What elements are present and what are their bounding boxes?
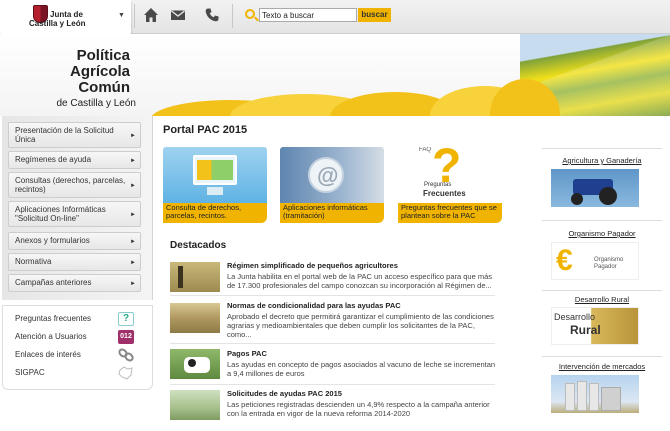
- divider: [170, 343, 495, 344]
- util-preguntas[interactable]: Preguntas frecuentes: [15, 314, 91, 323]
- sidebar-item-normativa[interactable]: Normativa ►: [8, 253, 141, 271]
- util-atencion[interactable]: Atención a Usuarios: [15, 332, 87, 341]
- home-icon[interactable]: [143, 7, 159, 23]
- logo-line2: Castilla y León: [29, 19, 86, 28]
- site-title-line3: de Castilla y León: [56, 98, 137, 109]
- tile-caption: Aplicaciones informáticas (tramitación): [280, 203, 384, 223]
- news-body: La Junta habilita en el portal web de la…: [227, 272, 493, 290]
- desarrollo-rural-image[interactable]: Desarrollo Rural: [551, 307, 639, 345]
- link-agricultura[interactable]: Agricultura y Ganadería: [542, 156, 662, 165]
- page-title: Portal PAC 2015: [163, 124, 248, 136]
- link-intervencion[interactable]: Intervención de mercados: [542, 362, 662, 371]
- banner: Política Agrícola Común de Castilla y Le…: [0, 34, 670, 116]
- tile-aplicaciones[interactable]: @ Aplicaciones informáticas (tramitación…: [280, 147, 384, 223]
- organismo-pagador-image[interactable]: € Organismo Pagador: [551, 242, 639, 280]
- question-icon[interactable]: ?: [118, 312, 134, 326]
- right-box-desarrollo: Desarrollo Rural Desarrollo Rural: [542, 290, 662, 354]
- link-organismo[interactable]: Organismo Pagador: [542, 229, 662, 238]
- search-input[interactable]: [259, 8, 357, 22]
- util-enlaces[interactable]: Enlaces de interés: [15, 350, 81, 359]
- chevron-right-icon: ►: [130, 281, 136, 287]
- chevron-right-icon: ►: [130, 158, 136, 164]
- junta-logo[interactable]: Junta de Castilla y León: [0, 0, 131, 38]
- divider: [170, 295, 495, 296]
- tile-faq[interactable]: FAQ ? Preguntas Frecuentes Preguntas fre…: [398, 147, 502, 223]
- sidebar: Presentación de la Solicitud Única ► Regí…: [2, 116, 153, 300]
- euro-icon: €: [556, 244, 573, 277]
- sidebar-item-anexos[interactable]: Anexos y formularios ►: [8, 232, 141, 250]
- news-body: Las peticiones registradas descienden un…: [227, 400, 490, 418]
- site-title-line2: Común: [78, 79, 130, 96]
- logo-line1: Junta de: [50, 10, 83, 19]
- sidebar-item-campanas[interactable]: Campañas anteriores ►: [8, 274, 141, 292]
- sidebar-item-regimenes[interactable]: Regímenes de ayuda ►: [8, 151, 141, 169]
- right-box-organismo: Organismo Pagador € Organismo Pagador: [542, 220, 662, 288]
- chain-link-icon[interactable]: [118, 348, 134, 362]
- divider: [232, 4, 233, 28]
- sidebar-item-consultas[interactable]: Consultas (derechos, parcelas, recintos)…: [8, 172, 141, 198]
- tile-image: @: [280, 147, 384, 203]
- utility-links: Preguntas frecuentes ? Atención a Usuari…: [2, 305, 153, 390]
- chevron-right-icon: ►: [130, 133, 136, 139]
- tractor-image[interactable]: [551, 169, 639, 207]
- tile-caption: Consulta de derechos, parcelas, recintos…: [163, 203, 267, 223]
- 012-phone-icon[interactable]: 012: [118, 330, 134, 344]
- chevron-right-icon: ►: [130, 239, 136, 245]
- news-title[interactable]: Normas de condicionalidad para las ayuda…: [227, 301, 401, 310]
- tile-image: FAQ ? Preguntas Frecuentes: [398, 147, 502, 203]
- tile-caption: Preguntas frecuentes que se plantean sob…: [398, 203, 502, 223]
- chevron-right-icon: ►: [130, 212, 136, 218]
- top-bar: Junta de Castilla y León ▼ buscar: [0, 0, 670, 38]
- sidebar-item-aplicaciones[interactable]: Aplicaciones Informáticas "Solicitud On-…: [8, 201, 141, 227]
- news-thumbnail[interactable]: [170, 390, 220, 420]
- destacados-heading: Destacados: [170, 240, 227, 251]
- map-icon[interactable]: [118, 366, 134, 380]
- news-body: Las ayudas en concepto de pagos asociado…: [227, 360, 496, 378]
- chevron-right-icon: ►: [130, 183, 136, 189]
- search-button[interactable]: buscar: [358, 8, 391, 22]
- news-thumbnail[interactable]: [170, 303, 220, 333]
- mail-icon[interactable]: [170, 7, 186, 23]
- news-thumbnail[interactable]: [170, 349, 220, 379]
- util-sigpac[interactable]: SIGPAC: [15, 368, 45, 377]
- divider: [134, 4, 135, 28]
- site-title-line1: Política Agrícola: [69, 47, 130, 80]
- link-desarrollo[interactable]: Desarrollo Rural: [542, 295, 662, 304]
- news-title[interactable]: Régimen simplificado de pequeños agricul…: [227, 261, 398, 270]
- news-title[interactable]: Solicitudes de ayudas PAC 2015: [227, 389, 342, 398]
- chevron-down-icon[interactable]: ▼: [118, 12, 125, 19]
- right-box-intervencion: Intervención de mercados: [542, 356, 662, 416]
- tile-consulta[interactable]: Consulta de derechos, parcelas, recintos…: [163, 147, 267, 223]
- phone-icon[interactable]: [204, 7, 220, 23]
- sidebar-item-solicitud-unica[interactable]: Presentación de la Solicitud Única ►: [8, 122, 141, 148]
- divider: [170, 384, 495, 385]
- news-thumbnail[interactable]: [170, 262, 220, 292]
- news-body: Aprobado el decreto que permitirá garant…: [227, 312, 494, 339]
- chevron-right-icon: ►: [130, 260, 136, 266]
- search-icon: [245, 9, 255, 19]
- silo-image[interactable]: [551, 375, 639, 413]
- tile-image: [163, 147, 267, 203]
- news-title[interactable]: Pagos PAC: [227, 349, 267, 358]
- right-box-agricultura: Agricultura y Ganadería: [542, 148, 662, 216]
- site-title[interactable]: Política Agrícola Común de Castilla y Le…: [18, 47, 137, 112]
